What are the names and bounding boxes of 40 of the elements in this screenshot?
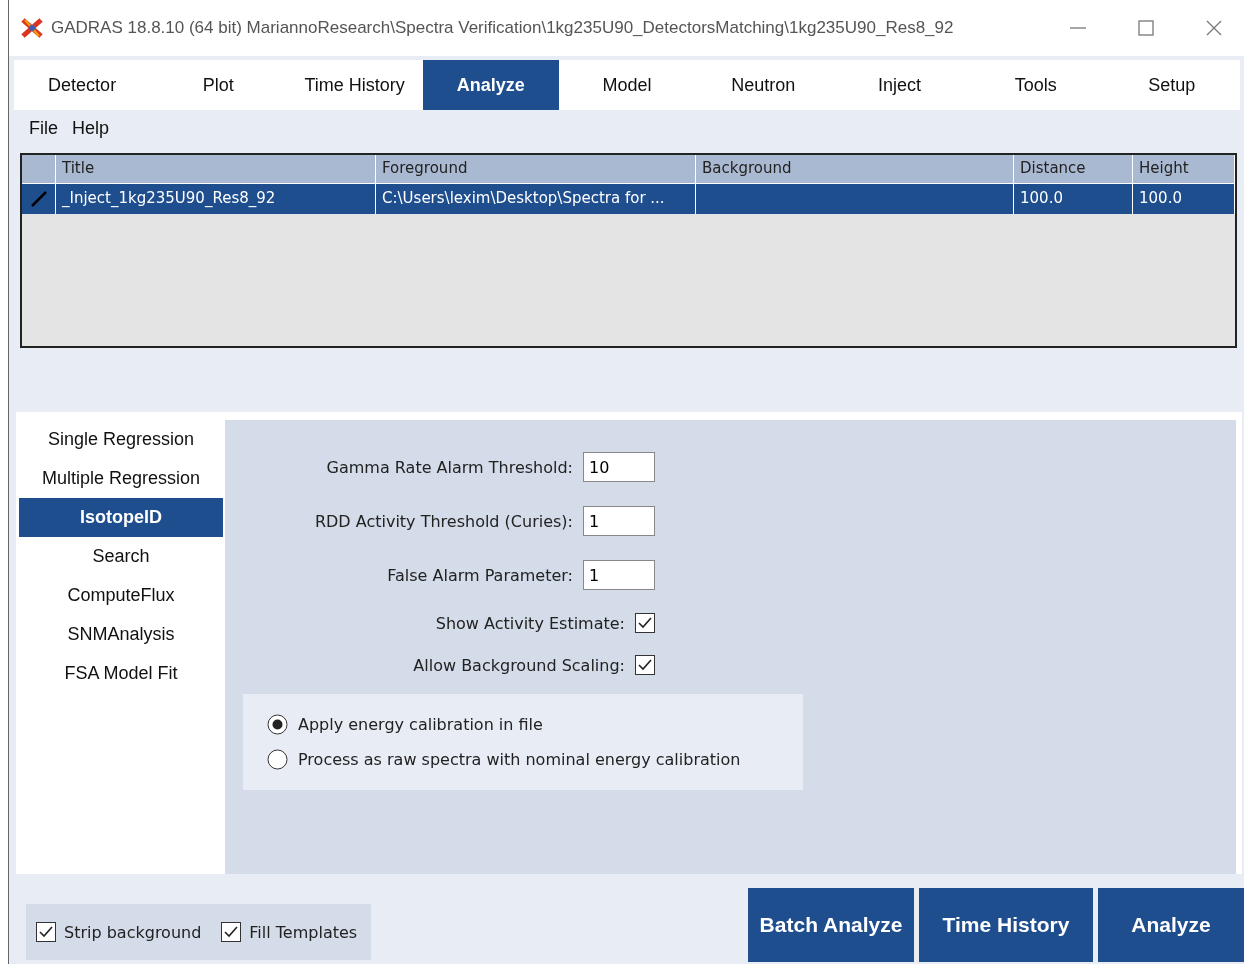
window-title: GADRAS 18.8.10 (64 bit) MariannoResearch\Spectra Verification\1kg235U90_DetectorsMatching\1kg235U90_Res8_92 bbox=[51, 18, 955, 38]
close-icon[interactable] bbox=[1204, 18, 1224, 38]
setting-label: Gamma Rate Alarm Threshold: bbox=[326, 457, 573, 477]
action-button[interactable]: Batch Analyze bbox=[748, 888, 914, 962]
checkbox[interactable] bbox=[221, 922, 242, 942]
header-cell bbox=[22, 155, 56, 183]
setting-label: Show Activity Estimate: bbox=[435, 613, 625, 633]
row-selector[interactable] bbox=[22, 183, 56, 214]
action-button[interactable]: Time History bbox=[919, 888, 1093, 962]
setting-label: RDD Activity Threshold (Curies): bbox=[314, 511, 573, 531]
radio-button[interactable] bbox=[267, 714, 288, 735]
input-field[interactable]: 10 bbox=[583, 452, 655, 482]
column-header[interactable]: Height bbox=[1133, 155, 1235, 183]
checkbox[interactable] bbox=[635, 655, 655, 675]
setting-label: Allow Background Scaling: bbox=[413, 655, 625, 675]
setting-label: False Alarm Parameter: bbox=[387, 565, 573, 585]
input-field[interactable]: 1 bbox=[583, 560, 655, 590]
pen-icon bbox=[29, 190, 48, 208]
checkbox[interactable] bbox=[635, 613, 655, 633]
menu-item[interactable]: File bbox=[29, 118, 58, 139]
radio-label: Apply energy calibration in file bbox=[298, 715, 543, 734]
input-field[interactable]: 1 bbox=[583, 506, 655, 536]
column-header[interactable]: Foreground bbox=[376, 155, 696, 183]
column-header[interactable]: Distance bbox=[1014, 155, 1133, 183]
checkbox-label: Fill Templates bbox=[249, 922, 358, 942]
column-header[interactable]: Background bbox=[696, 155, 1014, 183]
checkbox[interactable] bbox=[36, 922, 56, 942]
table-cell: 100.0 bbox=[1133, 183, 1235, 214]
tab[interactable]: Analyze bbox=[422, 60, 559, 110]
checkbox-label: Strip background bbox=[64, 922, 202, 942]
action-button[interactable]: Analyze bbox=[1098, 888, 1244, 962]
radio-button[interactable] bbox=[267, 749, 288, 770]
column-header[interactable]: Title bbox=[56, 155, 376, 183]
app-logo-icon bbox=[21, 17, 43, 39]
table-cell: C:\Users\lexim\Desktop\Spectra for ... bbox=[376, 183, 696, 214]
analysis-item[interactable]: IsotopeID bbox=[19, 498, 223, 537]
radio-label: Process as raw spectra with nominal energy calibration bbox=[298, 750, 741, 769]
table-cell: _Inject_1kg235U90_Res8_92 bbox=[56, 183, 376, 214]
menu-item[interactable]: Help bbox=[72, 118, 110, 139]
table-cell: 100.0 bbox=[1014, 183, 1133, 214]
